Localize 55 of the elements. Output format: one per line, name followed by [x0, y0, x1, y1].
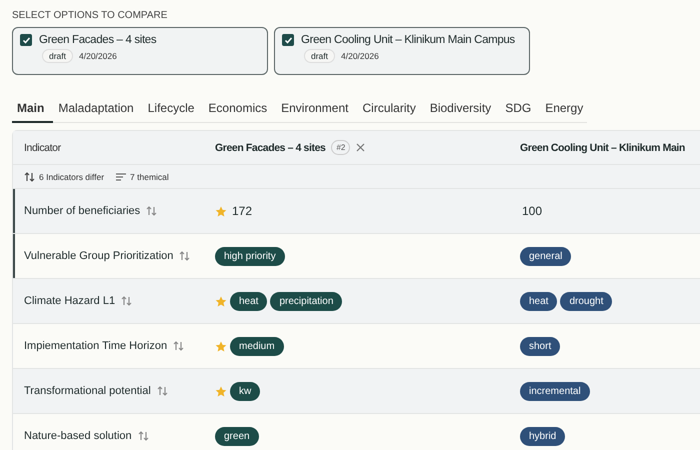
lines-icon [116, 172, 126, 180]
sort-icon [24, 170, 35, 182]
tag: drought [560, 292, 612, 310]
section-label: SELECT OPTIONS TO COMPARE [12, 10, 168, 21]
option-title: Green Facades – 4 sites [39, 34, 156, 46]
option-card[interactable]: Green Facades – 4 sites draft 4/20/2026 [12, 27, 268, 75]
status-badge: draft [42, 49, 74, 63]
value-text: 100 [522, 204, 542, 218]
indicator-label: Vulnerable Group Prioritization [24, 250, 174, 262]
option-title: Green Cooling Unit – Klinikum Main Campus [301, 34, 515, 46]
sort-icon [138, 430, 149, 442]
value-text: 172 [232, 204, 252, 218]
tag: kw [230, 382, 260, 400]
sort-icon [179, 250, 190, 262]
tag: green [215, 426, 259, 446]
tab[interactable]: Environment [276, 99, 358, 122]
option-date: 4/20/2026 [79, 51, 117, 61]
tag: high priority [215, 246, 285, 266]
tab[interactable]: Maladaptation [53, 99, 143, 122]
tag: medium [230, 336, 284, 356]
status-badge: draft [304, 49, 336, 63]
column-header: Indicator [24, 142, 61, 154]
tag: heat [230, 292, 268, 310]
tab[interactable]: Energy [540, 99, 592, 122]
sort-icon [121, 295, 132, 307]
option-date: 4/20/2026 [341, 51, 379, 61]
checkbox[interactable] [282, 34, 294, 46]
column-header: Green Facades – 4 sites [215, 142, 326, 154]
option-card[interactable]: Green Cooling Unit – Klinikum Main Campus draft 4/20/2026 [274, 27, 530, 75]
indicator-label: Impiementation Time Horizon [24, 340, 168, 352]
tab[interactable]: Main [12, 99, 54, 123]
tag: precipitation [270, 292, 342, 310]
tag: short [520, 336, 560, 356]
sort-icon [156, 385, 168, 397]
tab[interactable]: SDG [500, 99, 540, 122]
tag: heat [520, 292, 558, 310]
close-icon[interactable] [356, 143, 366, 152]
indicator-label: Number of beneficiaries [24, 205, 140, 217]
tab[interactable]: Lifecycle [142, 99, 204, 122]
indicator-label: Transformational potential [24, 385, 151, 397]
indicator-label: Climate Hazard L1 [24, 295, 116, 307]
rank-badge: #2 [331, 140, 350, 155]
tag: general [520, 246, 572, 266]
tag: hybrid [520, 426, 566, 446]
differ-count: 6 Indicators differ [39, 172, 104, 182]
sort-icon [173, 340, 184, 352]
checkbox[interactable] [20, 34, 32, 46]
indicator-label: Nature-based solution [24, 430, 132, 442]
tab[interactable]: Circularity [357, 99, 425, 122]
sort-icon [146, 205, 158, 217]
column-header: Green Cooling Unit – Klinikum Main [520, 142, 685, 154]
tab[interactable]: Biodiversity [424, 99, 500, 122]
tag: incremental [520, 382, 590, 400]
themical-count: 7 themical [130, 172, 169, 182]
tab[interactable]: Economics [203, 99, 276, 122]
